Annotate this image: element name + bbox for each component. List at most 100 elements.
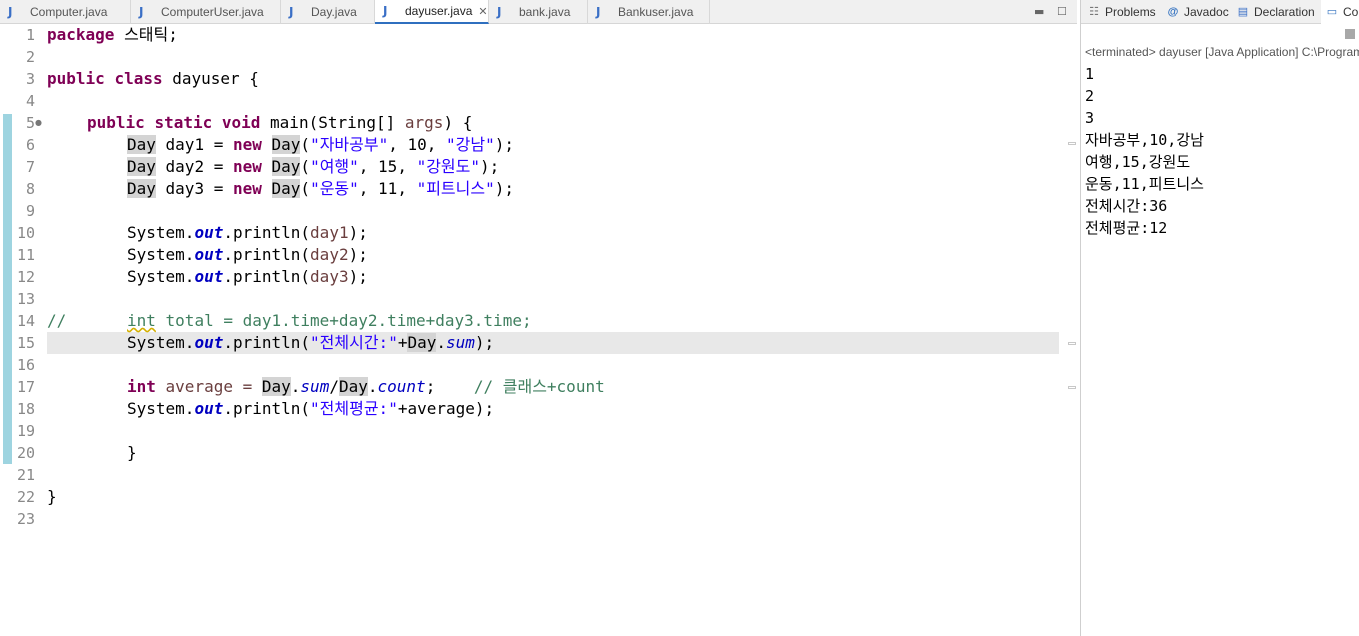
tab-label: Computer.java <box>30 5 108 19</box>
line-number: 16 <box>16 356 35 374</box>
line-number: 7 <box>25 158 35 176</box>
tab-label: Bankuser.java <box>618 5 694 19</box>
code-text: 스태틱; <box>114 25 178 44</box>
terminate-icon[interactable] <box>1345 29 1355 39</box>
fold-toggle-icon[interactable]: ● <box>35 112 42 134</box>
string-literal: "피트니스" <box>416 179 495 198</box>
tab-label: Day.java <box>311 5 357 19</box>
local-variable: average = <box>155 377 262 396</box>
line-number: 12 <box>16 268 35 286</box>
code-line-20: } <box>127 442 137 464</box>
tab-day-java[interactable]: J Day.java <box>281 0 375 24</box>
keyword: int <box>127 377 156 396</box>
line-number: 19 <box>16 422 35 440</box>
line-number: 8 <box>25 180 35 198</box>
tab-javadoc[interactable]: @ Javadoc <box>1162 0 1229 24</box>
code-editor[interactable]: J Computer.java J ComputerUser.java J Da… <box>0 0 1077 636</box>
code-line-11: System.out.println(day2); <box>127 244 368 266</box>
static-field: sum <box>300 377 330 396</box>
line-number: 5 <box>25 114 35 132</box>
parameter: args <box>404 113 444 132</box>
tab-console[interactable]: ▭ Co <box>1321 0 1359 24</box>
console-icon: ▭ <box>1326 6 1338 18</box>
line-number: 10 <box>16 224 35 242</box>
line-number: 23 <box>16 510 35 528</box>
console-tab-bar: ☷ Problems @ Javadoc ▤ Declaration ▭ Co <box>1081 0 1359 24</box>
tab-computeruser-java[interactable]: J ComputerUser.java <box>131 0 281 24</box>
console-output-line: 전체시간:36 <box>1085 197 1168 215</box>
keyword: new <box>232 135 262 154</box>
console-output-line: 2 <box>1085 87 1095 105</box>
code-text: .println( <box>223 267 311 286</box>
string-literal: "전체시간:" <box>310 333 398 352</box>
code-line-14: // <box>47 310 66 332</box>
code-line-10: System.out.println(day1); <box>127 222 368 244</box>
overview-ruler[interactable] <box>1066 24 1077 636</box>
static-field: out <box>194 399 224 418</box>
occurrence-marker[interactable] <box>1068 342 1076 345</box>
console-toolbar <box>1081 24 1359 44</box>
tab-label: Co <box>1343 5 1359 19</box>
keyword: static <box>154 113 213 132</box>
type-name: Day <box>127 179 156 198</box>
java-file-icon: J <box>139 5 144 19</box>
console-status: <terminated> dayuser [Java Application] … <box>1085 45 1359 59</box>
comment: // 클래스+count <box>473 377 605 396</box>
string-literal: "자바공부" <box>310 135 389 154</box>
code-text: , 10, <box>388 135 447 154</box>
type-name: Day <box>127 157 156 176</box>
java-file-icon: J <box>289 5 294 19</box>
keyword: new <box>232 179 262 198</box>
line-number: 13 <box>16 290 35 308</box>
tab-problems[interactable]: ☷ Problems <box>1083 0 1156 24</box>
code-text: System. <box>127 399 195 418</box>
console-view[interactable]: ☷ Problems @ Javadoc ▤ Declaration ▭ Co … <box>1080 0 1359 636</box>
local-variable: day1 <box>310 223 349 242</box>
occurrence-marker[interactable] <box>1068 142 1076 145</box>
comment: // <box>47 311 67 330</box>
line-number: 4 <box>25 92 35 110</box>
console-output-line: 1 <box>1085 65 1095 83</box>
tab-dayuser-java[interactable]: J dayuser.java ✕ <box>375 0 489 24</box>
code-text: System. <box>127 245 195 264</box>
static-field: sum <box>446 333 475 352</box>
tab-computer-java[interactable]: J Computer.java <box>0 0 131 24</box>
minimize-icon[interactable]: ▬ <box>1034 5 1044 18</box>
keyword: package <box>47 25 115 44</box>
type-name: Day <box>127 135 156 154</box>
code-line-17: int average = Day.sum/Day.count; // 클래스+… <box>127 376 605 398</box>
code-line-3: public class dayuser { <box>47 68 259 90</box>
code-text: / <box>329 377 339 396</box>
occurrence-marker[interactable] <box>1068 386 1076 389</box>
line-number: 17 <box>16 378 35 396</box>
java-file-icon: J <box>383 4 388 18</box>
code-text: day1 = <box>155 135 233 154</box>
tab-bank-java[interactable]: J bank.java <box>489 0 588 24</box>
code-text: dayuser { <box>162 69 259 88</box>
tab-label: Javadoc <box>1184 5 1229 19</box>
static-field: count <box>377 377 426 396</box>
line-number: 14 <box>16 312 35 330</box>
close-icon[interactable]: ✕ <box>478 5 487 18</box>
code-line-18: System.out.println("전체평균:"+average); <box>127 398 494 420</box>
type-name: Day <box>271 135 301 154</box>
line-number: 20 <box>16 444 35 462</box>
code-text: ); <box>480 157 500 176</box>
code-line-22: } <box>47 486 57 508</box>
tab-label: ComputerUser.java <box>161 5 264 19</box>
maximize-icon[interactable]: ☐ <box>1057 5 1067 18</box>
type-name: Day <box>271 157 301 176</box>
code-text: .println( <box>223 399 311 418</box>
code-line-14-comment: int total = day1.time+day2.time+day3.tim… <box>127 310 532 332</box>
code-text: ); <box>348 223 368 242</box>
code-text: day2 = <box>155 157 233 176</box>
tab-declaration[interactable]: ▤ Declaration <box>1232 0 1315 24</box>
code-line-12: System.out.println(day3); <box>127 266 368 288</box>
line-number: 9 <box>25 202 35 220</box>
keyword: class <box>114 69 163 88</box>
tab-bankuser-java[interactable]: J Bankuser.java <box>588 0 710 24</box>
code-line-1: package 스태틱; <box>47 24 178 46</box>
keyword: public <box>47 69 105 88</box>
string-literal: "전체평균:" <box>310 399 398 418</box>
tab-label: bank.java <box>519 5 571 19</box>
